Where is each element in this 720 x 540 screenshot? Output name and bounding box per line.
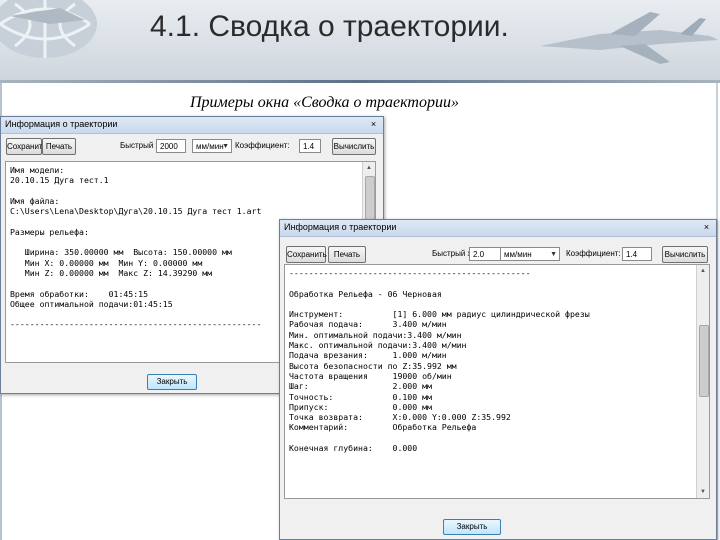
slide-subtitle: Примеры окна «Сводка о траектории» [190, 94, 459, 111]
scroll-up-icon[interactable]: ▲ [363, 162, 375, 174]
coef-input[interactable]: 1.4 [622, 247, 652, 261]
jet-image-icon [540, 12, 718, 64]
print-button[interactable]: Печать [328, 246, 366, 263]
close-icon[interactable]: × [368, 119, 379, 129]
scrollbar-thumb[interactable] [699, 325, 709, 397]
scroll-up-icon[interactable]: ▲ [697, 265, 709, 277]
header-divider [0, 80, 720, 83]
summary-text: ----------------------------------------… [289, 268, 590, 454]
slide-title: 4.1. Сводка о траектории. [150, 10, 509, 43]
close-button[interactable]: Закрыть [147, 374, 197, 390]
trajectory-info-window-2: Информация о траектории × Сохранить Печа… [279, 219, 717, 540]
window-titlebar[interactable]: Информация о траектории × [280, 220, 716, 237]
coef-label: Коэффициент: [235, 141, 290, 150]
close-button[interactable]: Закрыть [443, 519, 501, 535]
summary-text-area[interactable]: ----------------------------------------… [284, 264, 710, 499]
speed-unit-select[interactable]: мм/мин ▼ [500, 247, 560, 261]
window-toolbar: Сохранить Печать Быстрый ход: 2.0 мм/мин… [280, 236, 716, 263]
coef-label: Коэффициент: [566, 249, 621, 258]
window-toolbar: Сохранить Печать Быстрый ход: 2000 мм/ми… [1, 133, 383, 159]
vertical-scrollbar[interactable]: ▲ ▼ [696, 265, 709, 498]
coef-input[interactable]: 1.4 [299, 139, 321, 153]
print-button[interactable]: Печать [42, 138, 76, 155]
calculate-button[interactable]: Вычислить [662, 246, 708, 263]
save-button[interactable]: Сохранить [286, 246, 327, 263]
speed-input[interactable]: 2000 [156, 139, 186, 153]
close-icon[interactable]: × [701, 222, 712, 232]
chevron-down-icon: ▼ [222, 143, 229, 150]
globe-logo-icon [0, 0, 97, 58]
window-title: Информация о траектории [284, 222, 397, 232]
window-titlebar[interactable]: Информация о траектории × [1, 117, 383, 134]
slide-header: 4.1. Сводка о траектории. [0, 0, 720, 80]
chevron-down-icon: ▼ [550, 251, 557, 258]
speed-unit-value: мм/мин [504, 250, 532, 259]
window-title: Информация о траектории [5, 119, 118, 129]
speed-unit-select[interactable]: мм/мин ▼ [192, 139, 232, 153]
save-button[interactable]: Сохранить [6, 138, 47, 155]
scroll-down-icon[interactable]: ▼ [697, 486, 709, 498]
scrollbar-thumb[interactable] [365, 176, 375, 222]
speed-unit-value: мм/мин [196, 142, 224, 151]
calculate-button[interactable]: Вычислить [332, 138, 376, 155]
